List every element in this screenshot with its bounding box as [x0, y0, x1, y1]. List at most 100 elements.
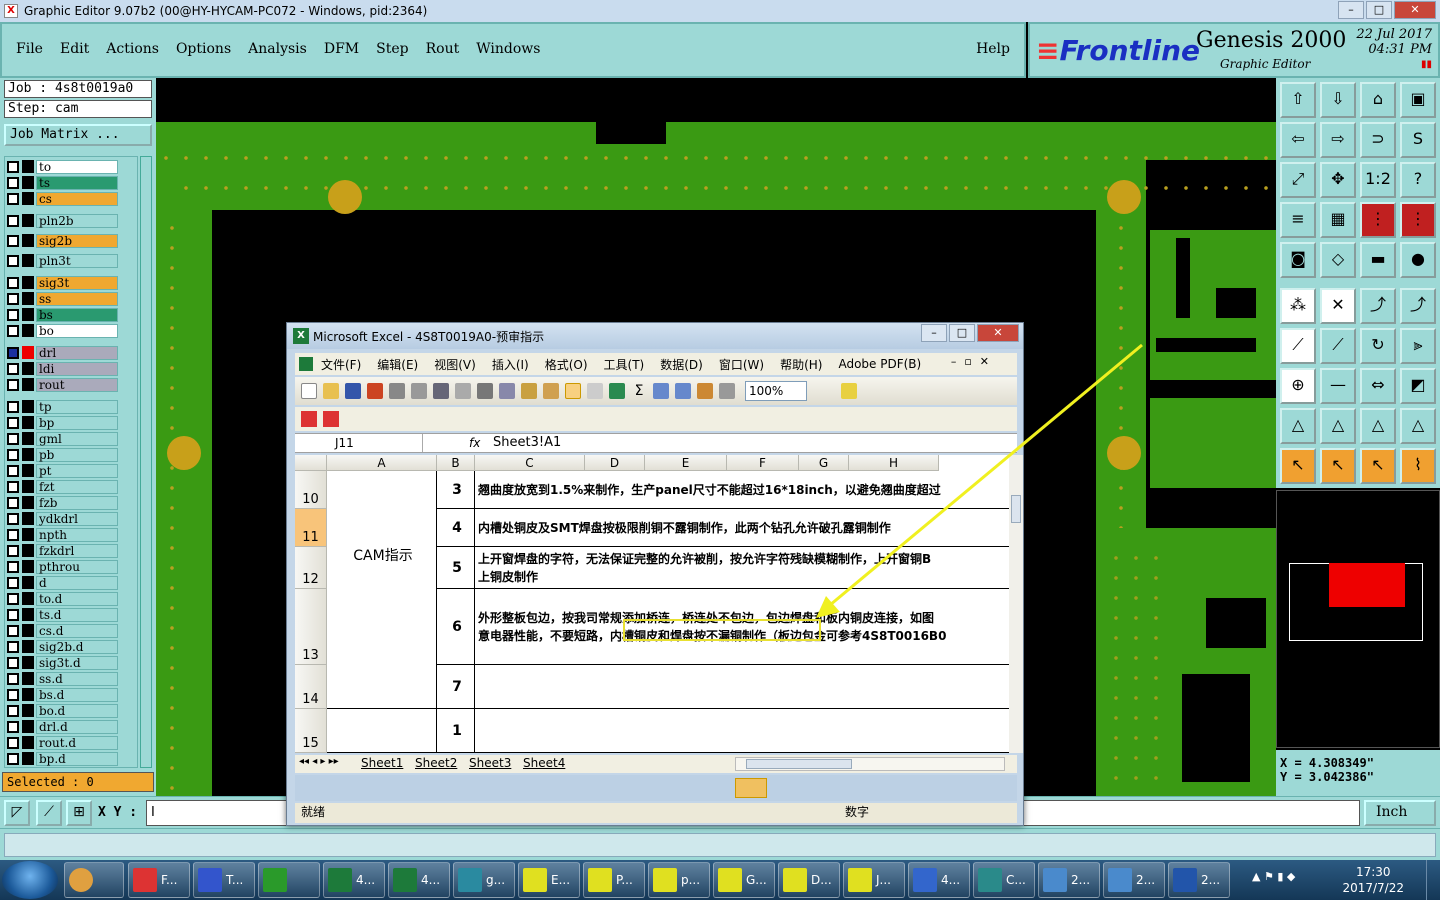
layer-checkbox[interactable] — [7, 276, 19, 289]
layer-checkbox[interactable] — [7, 704, 19, 717]
layer-row-rout-d[interactable]: rout.d — [7, 735, 118, 750]
redo-icon[interactable] — [587, 383, 603, 399]
doc-window-buttons[interactable]: –▫✕ — [951, 355, 997, 368]
layer-checkbox[interactable] — [7, 640, 19, 653]
taskbar-item-7[interactable]: P... — [583, 862, 645, 898]
grid-icon[interactable]: ▦ — [1320, 202, 1356, 238]
layer-row-pt[interactable]: pt — [7, 463, 118, 478]
menu-edit[interactable]: Edit — [60, 41, 89, 57]
sheet-tab-1[interactable]: Sheet1 — [361, 756, 403, 770]
row-header-12[interactable]: 12 — [295, 547, 327, 589]
layers-a-icon[interactable]: ⋮ — [1360, 202, 1396, 238]
open-icon[interactable] — [323, 383, 339, 399]
layer-name[interactable]: drl — [36, 345, 118, 360]
move-up-icon[interactable]: ⇧ — [1280, 82, 1316, 118]
formula-input[interactable]: Sheet3!A1 — [493, 434, 561, 452]
layer-row-drl[interactable]: drl — [7, 345, 118, 360]
sort-desc-icon[interactable] — [675, 383, 691, 399]
layer-checkbox[interactable] — [7, 736, 19, 749]
instruction-cell[interactable]: 上开窗焊盘的字符，无法保证完整的允许被削，按允许字符残缺模糊制作，上开窗铜B 上铜… — [475, 547, 1009, 589]
show-desktop-button[interactable] — [1426, 860, 1440, 900]
layer-checkbox[interactable] — [7, 608, 19, 621]
tri-c-icon[interactable]: △ — [1360, 408, 1396, 444]
layer-row-pln2b[interactable]: pln2b — [7, 213, 118, 228]
item-number-cell[interactable]: 4 — [437, 509, 475, 547]
chart-icon[interactable] — [697, 383, 713, 399]
layer-row-ydkdrl[interactable]: ydkdrl — [7, 511, 118, 526]
layer-checkbox[interactable] — [7, 308, 19, 321]
snap-icon[interactable]: ⊕ — [1280, 368, 1316, 404]
layer-row-pthrou[interactable]: pthrou — [7, 559, 118, 574]
layer-name[interactable]: ts.d — [36, 607, 118, 622]
move-right-icon[interactable]: ⇨ — [1320, 122, 1356, 158]
cell-a15[interactable] — [327, 709, 437, 753]
research-icon[interactable] — [455, 383, 471, 399]
layer-name[interactable]: rout.d — [36, 735, 118, 750]
layer-row-pln3t[interactable]: pln3t — [7, 253, 118, 268]
spreadsheet-grid[interactable]: A B C D E F G H 10 11 12 13 14 15 CAM指示 3 翘曲度放宽到1.5%来制作，… — [295, 455, 1009, 753]
layer-checkbox[interactable] — [7, 672, 19, 685]
measure-icon[interactable]: ⟋ — [36, 800, 62, 826]
undo-icon[interactable] — [565, 383, 581, 399]
menu-rout[interactable]: Rout — [426, 41, 460, 57]
rotate-icon[interactable]: ⊃ — [1360, 122, 1396, 158]
excel-menu-3[interactable]: 插入(I) — [492, 356, 529, 373]
layer-name[interactable]: bo — [36, 323, 118, 338]
taskbar-item-6[interactable]: E... — [518, 862, 580, 898]
close-button[interactable]: ✕ — [1394, 1, 1436, 19]
snap-icon[interactable]: ◸ — [4, 800, 30, 826]
row-header-10[interactable]: 10 — [295, 471, 327, 509]
sheet-tab-3[interactable]: Sheet3 — [469, 756, 511, 770]
layer-checkbox[interactable] — [7, 624, 19, 637]
taskbar-item-3[interactable]: 4... — [323, 862, 385, 898]
polygon-icon[interactable]: ◇ — [1320, 242, 1356, 278]
ruler-icon[interactable]: ▬ — [1360, 242, 1396, 278]
layer-row-sig3t-d[interactable]: sig3t.d — [7, 655, 118, 670]
excel-menu-9[interactable]: Adobe PDF(B) — [838, 357, 921, 371]
tab-nav-buttons[interactable]: ◂◂ ◂ ▸ ▸▸ — [299, 756, 339, 767]
instruction-cell[interactable]: 翘曲度放宽到1.5%来制作，生产panel尺寸不能超过16*18inch，以避免… — [475, 471, 1009, 509]
line-icon[interactable]: — — [1320, 368, 1356, 404]
layer-checkbox[interactable] — [7, 512, 19, 525]
layer-name[interactable]: gml — [36, 431, 118, 446]
item-number-cell[interactable]: 1 — [437, 709, 475, 753]
layer-checkbox[interactable] — [7, 234, 19, 247]
layer-checkbox[interactable] — [7, 176, 19, 189]
layer-row-tp[interactable]: tp — [7, 399, 118, 414]
menu-dfm[interactable]: DFM — [324, 41, 359, 57]
layer-row-sig3t[interactable]: sig3t — [7, 275, 118, 290]
pan-icon[interactable]: ✥ — [1320, 162, 1356, 198]
tri-b-icon[interactable]: △ — [1320, 408, 1356, 444]
layer-name[interactable]: ss — [36, 291, 118, 306]
row-header-13[interactable]: 13 — [295, 589, 327, 665]
layer-name[interactable]: ydkdrl — [36, 511, 118, 526]
menu-options[interactable]: Options — [176, 41, 231, 57]
spelling-icon[interactable] — [433, 383, 449, 399]
layer-name[interactable]: fzb — [36, 495, 118, 510]
layer-checkbox[interactable] — [7, 378, 19, 391]
taskbar-item-10[interactable]: D... — [778, 862, 840, 898]
layer-checkbox[interactable] — [7, 192, 19, 205]
taskbar-item-2[interactable] — [258, 862, 320, 898]
layer-checkbox[interactable] — [7, 496, 19, 509]
excel-menu-7[interactable]: 窗口(W) — [719, 356, 764, 373]
taskbar-item-11[interactable]: J... — [843, 862, 905, 898]
layer-name[interactable]: cs.d — [36, 623, 118, 638]
layer-checkbox[interactable] — [7, 576, 19, 589]
item-number-cell[interactable]: 3 — [437, 471, 475, 509]
excel-menu-0[interactable]: 文件(F) — [321, 356, 361, 373]
layer-checkbox[interactable] — [7, 688, 19, 701]
layer-row-cs[interactable]: cs — [7, 191, 118, 206]
layer-name[interactable]: pb — [36, 447, 118, 462]
layer-name[interactable]: bp.d — [36, 751, 118, 766]
excel-minimize-button[interactable]: – — [921, 324, 947, 342]
taskbar-item-14[interactable]: 2... — [1038, 862, 1100, 898]
home-icon[interactable]: ⌂ — [1360, 82, 1396, 118]
layer-name[interactable]: pt — [36, 463, 118, 478]
layer-row-gml[interactable]: gml — [7, 431, 118, 446]
nodes-icon[interactable]: ⁂ — [1280, 288, 1316, 324]
tri-d-icon[interactable]: △ — [1400, 408, 1436, 444]
taskbar-item-16[interactable]: 2... — [1168, 862, 1230, 898]
layer-checkbox[interactable] — [7, 528, 19, 541]
layer-checkbox[interactable] — [7, 346, 19, 359]
